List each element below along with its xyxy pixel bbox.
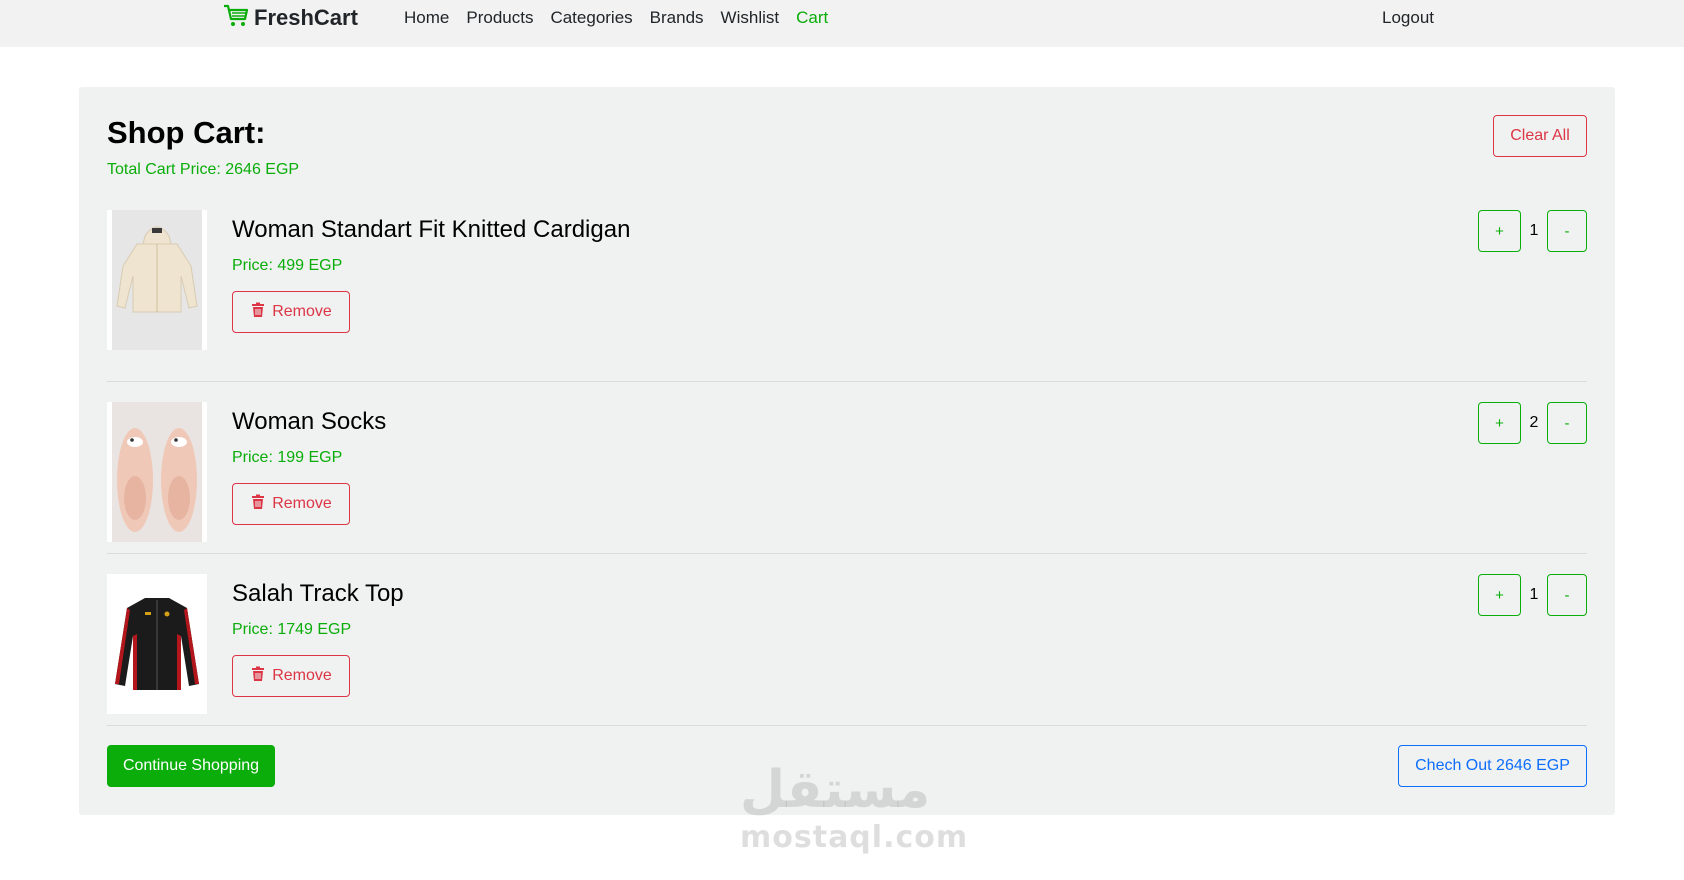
product-name[interactable]: Salah Track Top bbox=[232, 580, 404, 608]
continue-shopping-button[interactable]: Continue Shopping bbox=[107, 745, 275, 787]
trash-icon bbox=[250, 302, 266, 323]
cart-items-list: Woman Standart Fit Knitted Cardigan Pric… bbox=[107, 210, 1587, 726]
navbar: FreshCart Home Products Categories Brand… bbox=[0, 0, 1684, 47]
nav-links: Home Products Categories Brands Wishlist… bbox=[404, 8, 828, 28]
quantity-value: 1 bbox=[1529, 586, 1539, 603]
product-price: Price: 499 EGP bbox=[232, 257, 343, 274]
nav-home[interactable]: Home bbox=[404, 8, 449, 28]
product-price: Price: 199 EGP bbox=[232, 449, 343, 466]
trash-icon bbox=[250, 494, 266, 515]
nav-products[interactable]: Products bbox=[466, 8, 533, 28]
product-name[interactable]: Woman Socks bbox=[232, 408, 386, 436]
product-image-socks bbox=[107, 402, 207, 542]
clear-all-button[interactable]: Clear All bbox=[1493, 115, 1587, 157]
nav-cart[interactable]: Cart bbox=[796, 8, 828, 28]
cart-total-price: Total Cart Price: 2646 EGP bbox=[107, 161, 300, 178]
cart-item: Woman Socks Price: 199 EGP Remove + 2 - bbox=[107, 382, 1587, 554]
cart-item: Woman Standart Fit Knitted Cardigan Pric… bbox=[107, 210, 1587, 382]
brand-logo[interactable]: FreshCart bbox=[223, 4, 358, 33]
remove-button[interactable]: Remove bbox=[232, 291, 350, 333]
increase-quantity-button[interactable]: + bbox=[1478, 574, 1521, 616]
page-title: Shop Cart: bbox=[107, 115, 266, 150]
quantity-stepper: + 1 - bbox=[1478, 574, 1587, 616]
product-name[interactable]: Woman Standart Fit Knitted Cardigan bbox=[232, 216, 630, 244]
nav-categories[interactable]: Categories bbox=[550, 8, 632, 28]
quantity-value: 2 bbox=[1529, 414, 1539, 431]
checkout-button[interactable]: Chech Out 2646 EGP bbox=[1398, 745, 1587, 787]
cart-item: Salah Track Top Price: 1749 EGP Remove +… bbox=[107, 554, 1587, 726]
remove-label: Remove bbox=[272, 667, 332, 684]
decrease-quantity-button[interactable]: - bbox=[1547, 574, 1587, 616]
increase-quantity-button[interactable]: + bbox=[1478, 402, 1521, 444]
product-price: Price: 1749 EGP bbox=[232, 621, 352, 638]
quantity-value: 1 bbox=[1529, 222, 1539, 239]
cart-panel: Shop Cart: Total Cart Price: 2646 EGP Cl… bbox=[79, 87, 1615, 815]
remove-label: Remove bbox=[272, 495, 332, 512]
remove-button[interactable]: Remove bbox=[232, 483, 350, 525]
cart-icon bbox=[223, 4, 249, 33]
nav-brands[interactable]: Brands bbox=[650, 8, 704, 28]
brand-name: FreshCart bbox=[254, 5, 358, 30]
decrease-quantity-button[interactable]: - bbox=[1547, 210, 1587, 252]
quantity-stepper: + 1 - bbox=[1478, 210, 1587, 252]
remove-label: Remove bbox=[272, 303, 332, 320]
decrease-quantity-button[interactable]: - bbox=[1547, 402, 1587, 444]
trash-icon bbox=[250, 666, 266, 687]
product-image-track-top bbox=[107, 574, 207, 714]
watermark-latin: mostaql.com bbox=[740, 820, 969, 855]
remove-button[interactable]: Remove bbox=[232, 655, 350, 697]
nav-wishlist[interactable]: Wishlist bbox=[721, 8, 780, 28]
quantity-stepper: + 2 - bbox=[1478, 402, 1587, 444]
increase-quantity-button[interactable]: + bbox=[1478, 210, 1521, 252]
product-image-cardigan bbox=[107, 210, 207, 350]
logout-link[interactable]: Logout bbox=[1382, 8, 1434, 28]
